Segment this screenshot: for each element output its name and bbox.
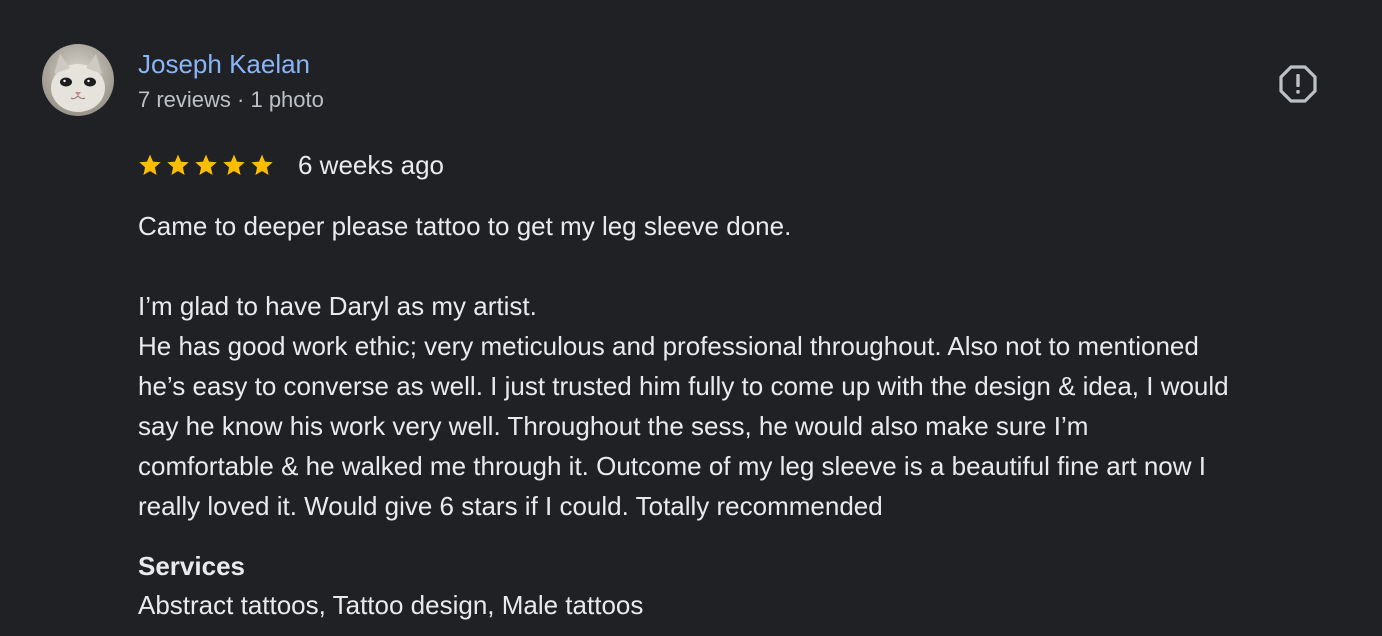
review-date: 6 weeks ago <box>298 150 444 180</box>
reviewer-avatar[interactable] <box>42 44 114 116</box>
review-line: I’m glad to have Daryl as my artist. <box>138 291 537 321</box>
rating-row: 6 weeks ago <box>138 148 444 182</box>
cat-photo-avatar-icon <box>42 44 114 116</box>
reviewer-stats[interactable]: 7 reviews · 1 photo <box>138 87 324 113</box>
review-body: Came to deeper please tattoo to get my l… <box>138 206 1358 526</box>
report-octagon-icon <box>1279 65 1317 103</box>
services-heading: Services <box>138 551 245 581</box>
report-review-button[interactable] <box>1274 60 1322 108</box>
star-rating <box>138 153 274 177</box>
star-icon <box>251 154 273 175</box>
star-icon <box>167 154 189 175</box>
review-line: Came to deeper please tattoo to get my l… <box>138 211 792 241</box>
review-line: He has good work ethic; very meticulous … <box>138 331 1199 361</box>
review-line: he’s easy to converse as well. I just tr… <box>138 371 1229 401</box>
review-line: say he know his work very well. Througho… <box>138 411 1089 441</box>
review-line: comfortable & he walked me through it. O… <box>138 451 1206 481</box>
services-list: Abstract tattoos, Tattoo design, Male ta… <box>138 590 644 620</box>
reviewer-name[interactable]: Joseph Kaelan <box>138 48 310 80</box>
star-icon <box>139 154 161 175</box>
star-icon <box>195 154 217 175</box>
star-icon <box>223 154 245 175</box>
review-line: really loved it. Would give 6 stars if I… <box>138 491 883 521</box>
